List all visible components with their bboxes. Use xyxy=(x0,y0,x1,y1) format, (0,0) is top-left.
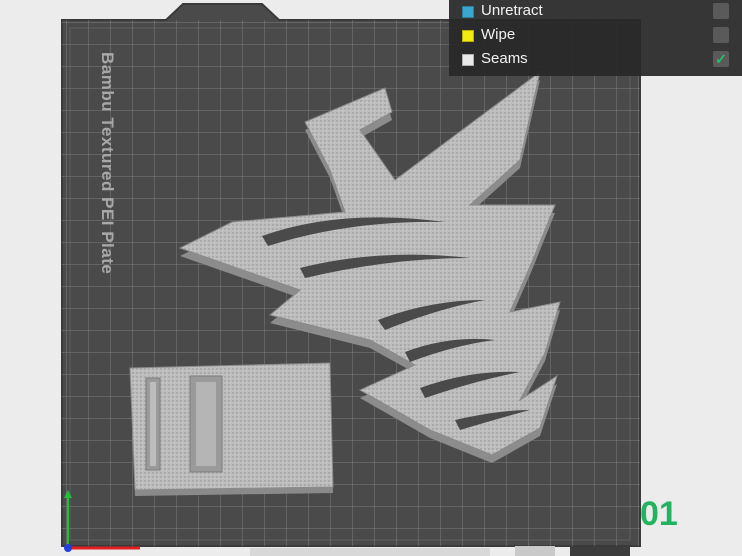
gcode-legend-panel: Unretract Wipe Seams ✓ xyxy=(449,0,742,76)
legend-label: Seams xyxy=(481,50,528,67)
wipe-checkbox[interactable] xyxy=(713,27,729,43)
3d-viewport[interactable]: Bambu Textured PEI Plate xyxy=(0,0,742,556)
box-model[interactable] xyxy=(129,362,334,496)
legend-row-wipe[interactable]: Wipe xyxy=(449,24,742,48)
check-icon: ✓ xyxy=(715,51,727,67)
legend-label: Unretract xyxy=(481,2,543,19)
unretract-checkbox[interactable] xyxy=(713,3,729,19)
legend-row-unretract[interactable]: Unretract xyxy=(449,0,742,24)
wipe-color-swatch xyxy=(462,30,474,42)
seams-checkbox[interactable]: ✓ xyxy=(713,51,729,67)
legend-label: Wipe xyxy=(481,26,516,43)
plate-name-label: Bambu Textured PEI Plate xyxy=(98,52,117,274)
plate-number[interactable]: 01 xyxy=(640,495,678,534)
unretract-color-swatch xyxy=(462,6,474,18)
legend-row-seams[interactable]: Seams ✓ xyxy=(449,48,742,72)
bottom-toolbar xyxy=(250,546,630,556)
seams-color-swatch xyxy=(462,54,474,66)
